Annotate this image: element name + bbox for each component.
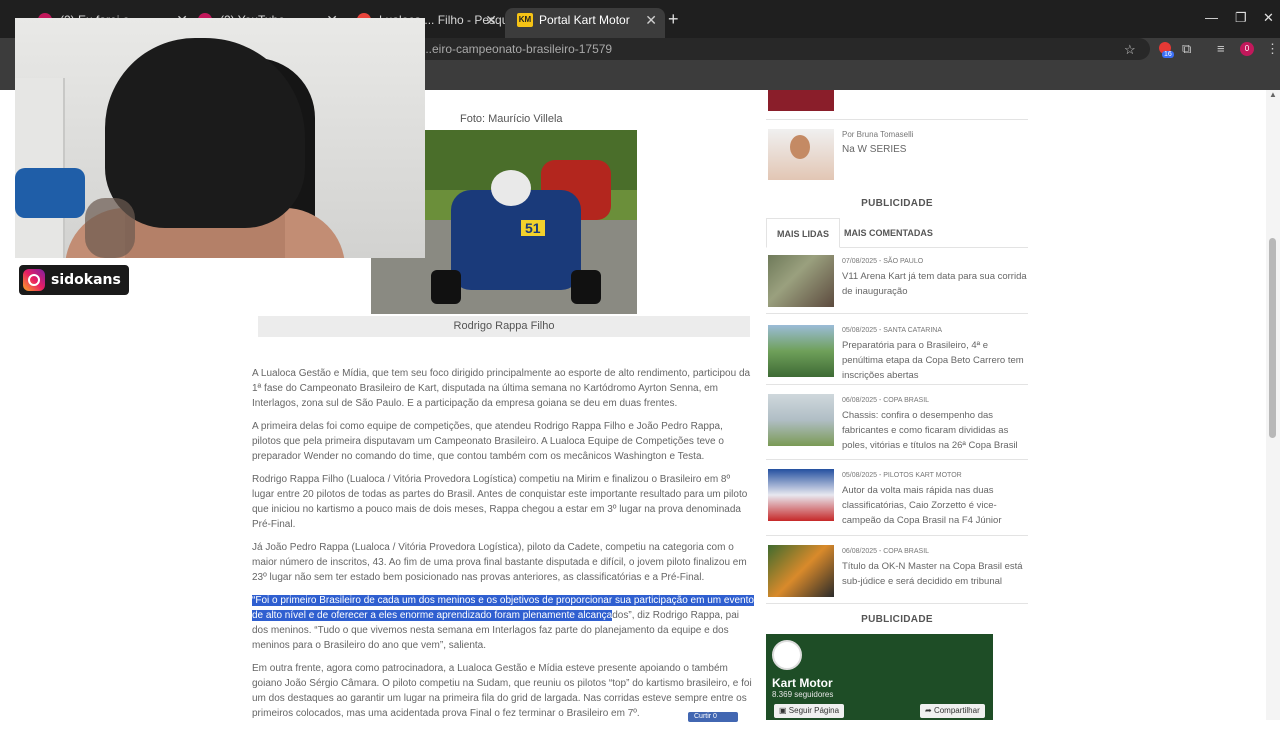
media-control-icon[interactable]: ≡ <box>1217 41 1225 56</box>
tab-mais-comentadas[interactable]: MAIS COMENTADAS <box>834 218 943 248</box>
streamer-handle: sidokans <box>51 272 121 288</box>
fb-page-name[interactable]: Kart Motor <box>772 676 833 690</box>
news-meta: 06/08/2025 - COPA BRASIL <box>842 548 930 555</box>
menu-kebab-icon[interactable]: ⋮ <box>1266 41 1279 57</box>
article-quote-paragraph: “Foi o primeiro Brasileiro de cada um do… <box>252 593 754 653</box>
extension-count: 16 <box>1162 51 1174 58</box>
news-title-link[interactable]: Chassis: confira o desempenho das fabric… <box>842 408 1030 453</box>
instagram-handle-badge: sidokans <box>19 265 129 295</box>
news-title-link[interactable]: V11 Arena Kart já tem data para sua corr… <box>842 269 1030 299</box>
ad-label: PUBLICIDADE <box>861 198 933 209</box>
divider <box>766 119 1028 120</box>
webcam-overlay <box>15 18 425 258</box>
photo-credit: Foto: Maurício Villela <box>460 113 563 125</box>
news-thumbnail[interactable] <box>768 545 834 597</box>
sidebar-thumbnail[interactable] <box>768 90 834 111</box>
fb-share-button[interactable]: ➦ Compartilhar <box>920 704 985 718</box>
page-logo <box>772 640 802 670</box>
tab-favicon: KM <box>517 13 533 27</box>
news-meta: 07/08/2025 - SÃO PAULO <box>842 258 924 265</box>
divider <box>766 313 1028 314</box>
divider <box>766 603 1028 604</box>
article-paragraph: Em outra frente, agora como patrocinador… <box>252 663 752 719</box>
scrollbar-thumb[interactable] <box>1269 238 1276 438</box>
instagram-icon <box>23 269 45 291</box>
article-paragraph: Rodrigo Rappa Filho (Lualoca / Vitória P… <box>252 474 748 530</box>
news-thumbnail[interactable] <box>768 255 834 307</box>
news-thumbnail[interactable] <box>768 469 834 521</box>
fb-follow-label: Seguir Página <box>788 706 840 715</box>
extensions-puzzle-icon[interactable]: ⧉ <box>1182 41 1191 57</box>
close-icon[interactable]: ✕ <box>645 8 657 32</box>
fb-like-button[interactable]: Curtir 0 <box>688 712 738 722</box>
fb-share-label: Compartilhar <box>933 706 980 715</box>
news-title-link[interactable]: Preparatória para o Brasileiro, 4ª e pen… <box>842 338 1030 383</box>
author-photo[interactable] <box>768 129 834 180</box>
author-byline: Por Bruna Tomaselli <box>842 130 914 139</box>
url-text: ...eiro-campeonato-brasileiro-17579 <box>422 42 613 56</box>
article-body: A Lualoca Gestão e Mídia, que tem seu fo… <box>252 366 754 729</box>
close-icon[interactable]: ✕ <box>485 8 497 32</box>
fb-follow-button[interactable]: ▣ Seguir Página <box>774 704 845 718</box>
ad-label: PUBLICIDADE <box>861 614 933 625</box>
divider <box>766 459 1028 460</box>
page-scrollbar[interactable]: ▲ <box>1266 90 1280 720</box>
photo-caption: Rodrigo Rappa Filho <box>258 316 750 337</box>
maximize-icon[interactable]: ❐ <box>1235 10 1247 26</box>
news-meta: 05/08/2025 - PILOTOS KART MOTOR <box>842 472 962 479</box>
tab-mais-lidas[interactable]: MAIS LIDAS <box>766 218 841 248</box>
facebook-page-widget[interactable]: Kart Motor 8.369 seguidores ▣ Seguir Pág… <box>766 634 993 720</box>
new-tab-icon[interactable]: + <box>668 9 679 30</box>
news-title-link[interactable]: Autor da volta mais rápida nas duas clas… <box>842 483 1030 528</box>
author-column-link[interactable]: Na W SERIES <box>842 144 906 155</box>
tab-title: Portal Kart Motor <box>539 13 630 27</box>
news-meta: 05/08/2025 - SANTA CATARINA <box>842 327 942 334</box>
article-paragraph: A primeira delas foi como equipe de comp… <box>252 421 724 462</box>
news-tabs: MAIS LIDAS MAIS COMENTADAS <box>766 218 1028 248</box>
close-window-icon[interactable]: ✕ <box>1263 10 1274 26</box>
bookmark-star-icon[interactable]: ☆ <box>1124 42 1136 58</box>
divider <box>766 535 1028 536</box>
browser-tab-active[interactable]: KM Portal Kart Motor ✕ <box>505 8 665 38</box>
divider <box>766 384 1028 385</box>
news-meta: 06/08/2025 - COPA BRASIL <box>842 397 930 404</box>
fb-followers: 8.369 seguidores <box>772 690 834 699</box>
kart-number: 51 <box>521 220 545 236</box>
article-paragraph: Já João Pedro Rappa (Lualoca / Vitória P… <box>252 542 747 583</box>
profile-avatar[interactable]: 0 <box>1240 42 1254 56</box>
news-thumbnail[interactable] <box>768 325 834 377</box>
scroll-up-icon[interactable]: ▲ <box>1269 90 1277 99</box>
news-thumbnail[interactable] <box>768 394 834 446</box>
article-paragraph: A Lualoca Gestão e Mídia, que tem seu fo… <box>252 368 751 409</box>
address-bar[interactable]: ...eiro-campeonato-brasileiro-17579 <box>410 38 1150 60</box>
minimize-icon[interactable]: — <box>1205 10 1218 25</box>
news-title-link[interactable]: Título da OK-N Master na Copa Brasil est… <box>842 559 1030 589</box>
